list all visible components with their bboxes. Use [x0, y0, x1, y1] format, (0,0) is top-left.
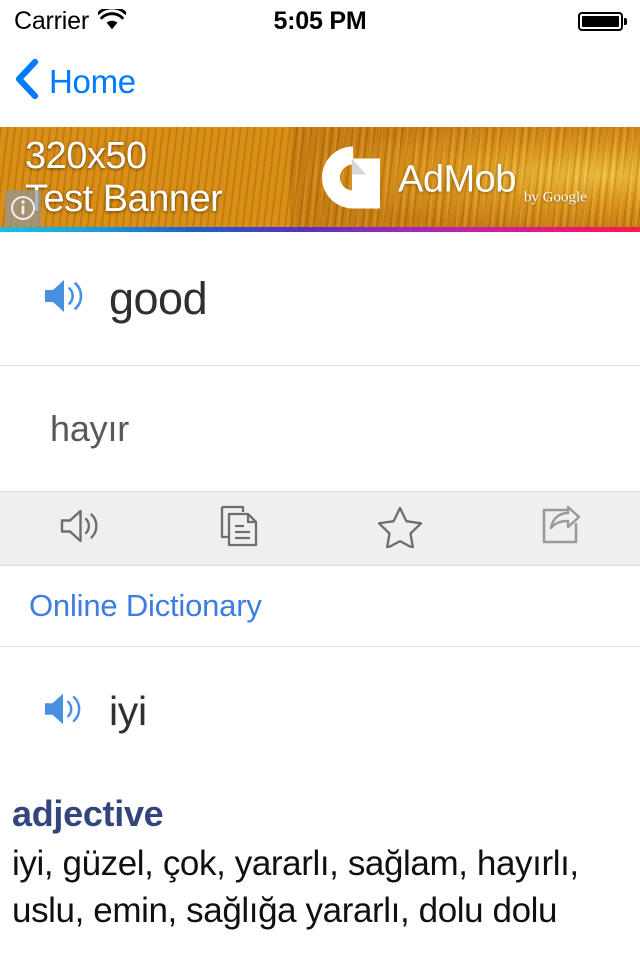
action-toolbar: [0, 491, 640, 566]
part-of-speech-label: adjective: [12, 793, 164, 834]
admob-logo-icon: [322, 144, 384, 215]
admob-wordmark: AdMob: [398, 158, 516, 200]
transliteration-text: hayır: [50, 407, 130, 449]
share-button[interactable]: [480, 492, 640, 565]
favorite-button[interactable]: [320, 492, 480, 565]
share-box-arrow-icon: [538, 504, 582, 553]
copy-pages-icon: [219, 504, 261, 553]
copy-button[interactable]: [160, 492, 320, 565]
star-outline-icon: [377, 504, 423, 553]
transliteration-row: hayır: [0, 366, 640, 491]
ad-title-label: Test Banner: [25, 177, 223, 220]
chevron-left-icon: [14, 58, 40, 105]
headword-text: good: [109, 272, 208, 324]
ad-banner-text: 320x50 Test Banner: [25, 135, 223, 220]
status-bar-time: 5:05 PM: [273, 7, 367, 35]
translation-text: iyi: [109, 687, 147, 734]
headword-row[interactable]: good: [0, 232, 640, 365]
definition-line-1: iyi, güzel, çok, yararlı, sağlam, hayırl…: [12, 844, 579, 883]
speaker-outline-icon: [57, 506, 103, 551]
back-button[interactable]: Home: [14, 58, 136, 105]
pronounce-button[interactable]: [0, 492, 160, 565]
battery-full-icon: [578, 12, 627, 31]
info-circle-icon[interactable]: [5, 190, 41, 226]
definition-line-2: uslu, emin, sağlığa yararlı, dolu dolu: [12, 890, 558, 930]
back-button-label: Home: [49, 62, 136, 100]
dictionary-content: good hayır Online Dictionary iyi adjecti…: [0, 232, 640, 935]
online-dictionary-row[interactable]: Online Dictionary: [0, 566, 640, 646]
admob-ad-banner[interactable]: 320x50 Test Banner AdMob by Google: [0, 127, 640, 232]
speaker-wave-icon[interactable]: [41, 690, 85, 733]
admob-by-google-label: by Google: [523, 189, 587, 205]
status-bar: Carrier 5:05 PM: [0, 0, 640, 42]
ad-rainbow-strip: [0, 227, 640, 232]
definition-block: adjective iyi, güzel, çok, yararlı, sağl…: [0, 775, 640, 935]
admob-branding: AdMob by Google: [322, 144, 587, 215]
speaker-wave-icon[interactable]: [41, 276, 87, 321]
ad-size-label: 320x50: [25, 135, 147, 177]
translation-row[interactable]: iyi: [0, 647, 640, 775]
navigation-bar: Home: [0, 42, 640, 127]
online-dictionary-link[interactable]: Online Dictionary: [29, 588, 262, 624]
